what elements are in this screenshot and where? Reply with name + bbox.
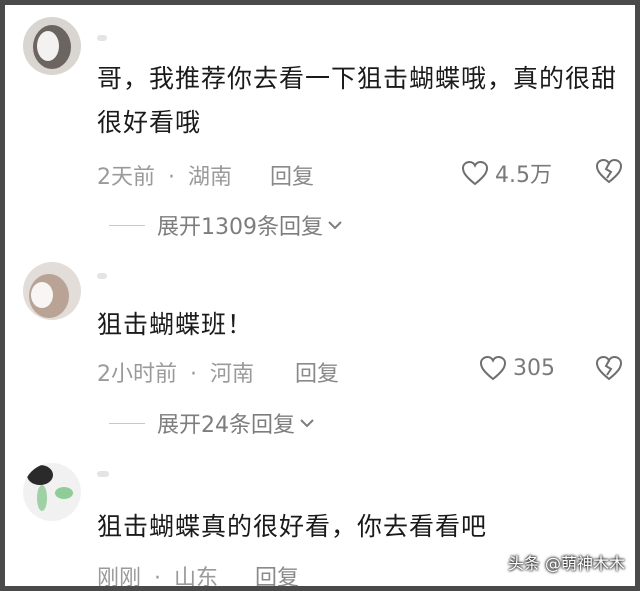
screenshot-frame: 哥，我推荐你去看一下狙击蝴蝶哦，真的很甜很好看哦 2天前 · 湖南 回复 4.5… <box>0 0 640 591</box>
reply-button[interactable]: 回复 <box>255 560 299 586</box>
comment-location: 湖南 <box>188 165 233 190</box>
divider-line <box>109 422 145 424</box>
reply-button[interactable]: 回复 <box>270 159 314 191</box>
username[interactable] <box>97 471 109 477</box>
avatar[interactable] <box>23 17 81 75</box>
meta-separator: · <box>154 566 162 591</box>
username[interactable] <box>97 35 107 41</box>
comment-text: 哥，我推荐你去看一下狙击蝴蝶哦，真的很甜很好看哦 <box>97 64 618 137</box>
like-button[interactable]: 305 <box>479 355 555 381</box>
like-count: 305 <box>513 355 555 381</box>
expand-replies-label: 展开1309条回复 <box>157 215 323 240</box>
avatar[interactable] <box>23 262 81 320</box>
comment-meta: 刚刚 · 山东 <box>97 560 219 591</box>
broken-heart-icon[interactable] <box>595 355 623 381</box>
meta-separator: · <box>168 165 175 190</box>
comment-location: 河南 <box>210 362 255 387</box>
comment-text: 狙击蝴蝶班！ <box>97 310 254 339</box>
comment-meta: 2天前 · 湖南 <box>97 159 232 191</box>
comment-time: 2小时前 <box>97 362 177 387</box>
divider-line <box>109 224 145 226</box>
heart-outline-icon <box>479 355 507 381</box>
chevron-down-icon <box>300 419 314 428</box>
broken-heart-icon[interactable] <box>595 158 623 184</box>
expand-replies-button[interactable]: 展开24条回复 <box>109 407 315 439</box>
watermark: 头条 @萌神木木 <box>507 554 625 573</box>
meta-separator: · <box>190 362 197 387</box>
comment-location: 山东 <box>174 566 219 591</box>
like-button[interactable]: 4.5万 <box>461 157 552 189</box>
heart-outline-icon <box>461 160 489 186</box>
comment-time: 2天前 <box>97 165 155 190</box>
like-count: 4.5万 <box>495 163 552 188</box>
chevron-down-icon <box>328 221 342 230</box>
avatar[interactable] <box>23 463 81 521</box>
expand-replies-button[interactable]: 展开1309条回复 <box>109 209 343 241</box>
reply-button[interactable]: 回复 <box>295 356 339 388</box>
comment-text: 狙击蝴蝶真的很好看，你去看看吧 <box>97 512 488 541</box>
username[interactable] <box>97 273 107 279</box>
expand-replies-label: 展开24条回复 <box>157 413 295 438</box>
comment-meta: 2小时前 · 河南 <box>97 356 254 388</box>
comment-time: 刚刚 <box>97 566 142 591</box>
